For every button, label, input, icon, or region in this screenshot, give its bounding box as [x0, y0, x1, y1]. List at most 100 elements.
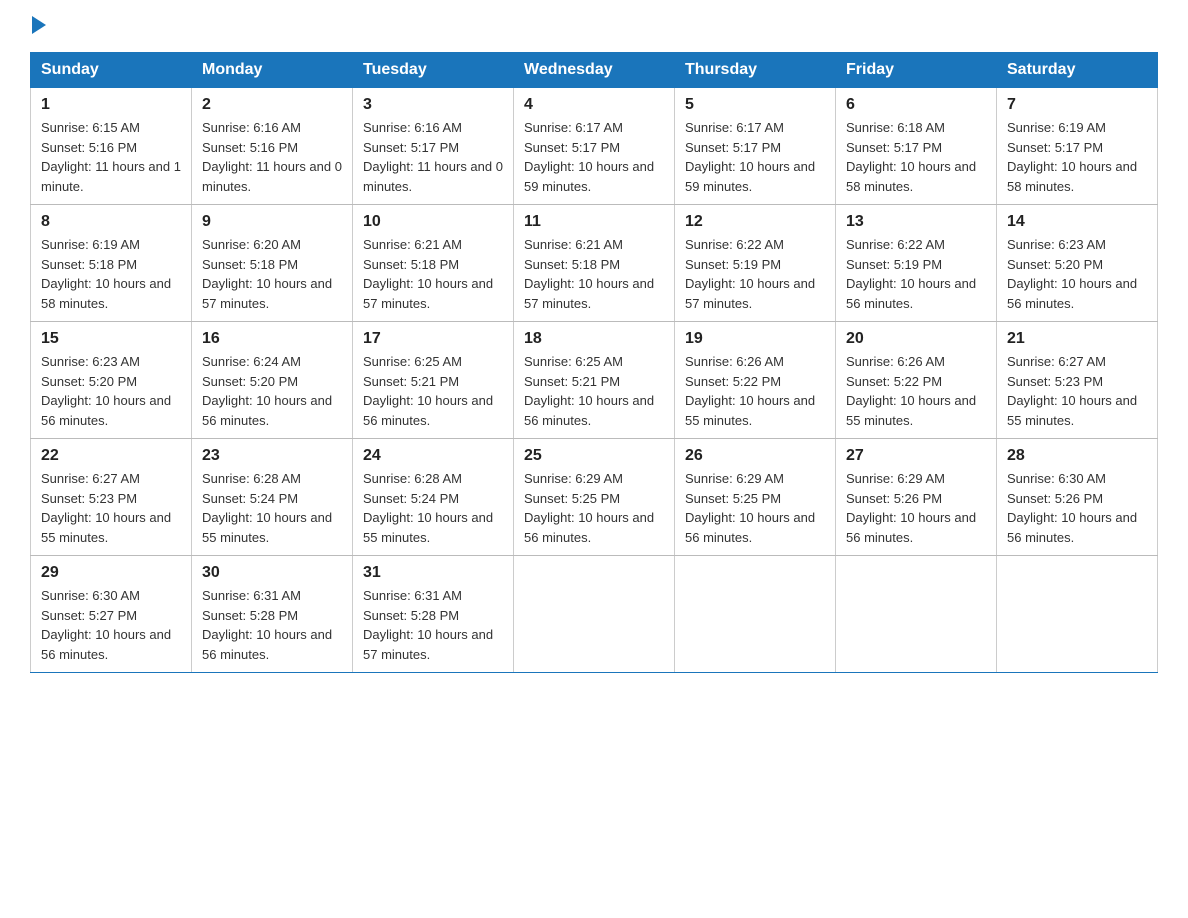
calendar-cell: 14 Sunrise: 6:23 AMSunset: 5:20 PMDaylig…	[997, 205, 1158, 322]
day-number: 3	[363, 96, 503, 114]
day-number: 16	[202, 330, 342, 348]
weekday-header-row: SundayMondayTuesdayWednesdayThursdayFrid…	[31, 53, 1158, 88]
calendar-cell	[836, 556, 997, 673]
day-number: 7	[1007, 96, 1147, 114]
calendar-cell: 24 Sunrise: 6:28 AMSunset: 5:24 PMDaylig…	[353, 439, 514, 556]
weekday-header-tuesday: Tuesday	[353, 53, 514, 88]
calendar-cell: 28 Sunrise: 6:30 AMSunset: 5:26 PMDaylig…	[997, 439, 1158, 556]
day-info: Sunrise: 6:30 AMSunset: 5:27 PMDaylight:…	[41, 588, 171, 662]
calendar-cell: 29 Sunrise: 6:30 AMSunset: 5:27 PMDaylig…	[31, 556, 192, 673]
calendar-cell: 17 Sunrise: 6:25 AMSunset: 5:21 PMDaylig…	[353, 322, 514, 439]
day-info: Sunrise: 6:19 AMSunset: 5:17 PMDaylight:…	[1007, 120, 1137, 194]
calendar-cell: 16 Sunrise: 6:24 AMSunset: 5:20 PMDaylig…	[192, 322, 353, 439]
calendar-cell: 11 Sunrise: 6:21 AMSunset: 5:18 PMDaylig…	[514, 205, 675, 322]
calendar-cell: 13 Sunrise: 6:22 AMSunset: 5:19 PMDaylig…	[836, 205, 997, 322]
day-info: Sunrise: 6:16 AMSunset: 5:17 PMDaylight:…	[363, 120, 503, 194]
weekday-header-monday: Monday	[192, 53, 353, 88]
calendar-cell: 21 Sunrise: 6:27 AMSunset: 5:23 PMDaylig…	[997, 322, 1158, 439]
calendar-cell: 8 Sunrise: 6:19 AMSunset: 5:18 PMDayligh…	[31, 205, 192, 322]
day-info: Sunrise: 6:25 AMSunset: 5:21 PMDaylight:…	[524, 354, 654, 428]
day-info: Sunrise: 6:27 AMSunset: 5:23 PMDaylight:…	[1007, 354, 1137, 428]
day-info: Sunrise: 6:29 AMSunset: 5:25 PMDaylight:…	[524, 471, 654, 545]
logo-triangle-icon	[32, 16, 46, 34]
day-info: Sunrise: 6:30 AMSunset: 5:26 PMDaylight:…	[1007, 471, 1137, 545]
calendar-cell: 27 Sunrise: 6:29 AMSunset: 5:26 PMDaylig…	[836, 439, 997, 556]
day-info: Sunrise: 6:28 AMSunset: 5:24 PMDaylight:…	[363, 471, 493, 545]
day-number: 6	[846, 96, 986, 114]
day-info: Sunrise: 6:28 AMSunset: 5:24 PMDaylight:…	[202, 471, 332, 545]
day-number: 13	[846, 213, 986, 231]
weekday-header-wednesday: Wednesday	[514, 53, 675, 88]
calendar-cell: 12 Sunrise: 6:22 AMSunset: 5:19 PMDaylig…	[675, 205, 836, 322]
day-info: Sunrise: 6:23 AMSunset: 5:20 PMDaylight:…	[1007, 237, 1137, 311]
calendar-cell: 20 Sunrise: 6:26 AMSunset: 5:22 PMDaylig…	[836, 322, 997, 439]
day-info: Sunrise: 6:26 AMSunset: 5:22 PMDaylight:…	[846, 354, 976, 428]
weekday-header-sunday: Sunday	[31, 53, 192, 88]
day-info: Sunrise: 6:24 AMSunset: 5:20 PMDaylight:…	[202, 354, 332, 428]
calendar-cell: 3 Sunrise: 6:16 AMSunset: 5:17 PMDayligh…	[353, 88, 514, 205]
calendar-cell	[997, 556, 1158, 673]
calendar-cell: 15 Sunrise: 6:23 AMSunset: 5:20 PMDaylig…	[31, 322, 192, 439]
day-number: 18	[524, 330, 664, 348]
day-number: 12	[685, 213, 825, 231]
day-number: 5	[685, 96, 825, 114]
calendar-cell: 1 Sunrise: 6:15 AMSunset: 5:16 PMDayligh…	[31, 88, 192, 205]
calendar-cell: 2 Sunrise: 6:16 AMSunset: 5:16 PMDayligh…	[192, 88, 353, 205]
day-number: 22	[41, 447, 181, 465]
calendar-cell: 23 Sunrise: 6:28 AMSunset: 5:24 PMDaylig…	[192, 439, 353, 556]
calendar-cell: 25 Sunrise: 6:29 AMSunset: 5:25 PMDaylig…	[514, 439, 675, 556]
calendar-cell: 10 Sunrise: 6:21 AMSunset: 5:18 PMDaylig…	[353, 205, 514, 322]
day-number: 21	[1007, 330, 1147, 348]
calendar-cell: 31 Sunrise: 6:31 AMSunset: 5:28 PMDaylig…	[353, 556, 514, 673]
header	[30, 20, 1158, 36]
day-info: Sunrise: 6:29 AMSunset: 5:25 PMDaylight:…	[685, 471, 815, 545]
day-info: Sunrise: 6:22 AMSunset: 5:19 PMDaylight:…	[846, 237, 976, 311]
day-number: 15	[41, 330, 181, 348]
calendar-week-row: 15 Sunrise: 6:23 AMSunset: 5:20 PMDaylig…	[31, 322, 1158, 439]
day-number: 9	[202, 213, 342, 231]
calendar-cell: 26 Sunrise: 6:29 AMSunset: 5:25 PMDaylig…	[675, 439, 836, 556]
calendar-cell: 5 Sunrise: 6:17 AMSunset: 5:17 PMDayligh…	[675, 88, 836, 205]
day-number: 11	[524, 213, 664, 231]
weekday-header-thursday: Thursday	[675, 53, 836, 88]
day-info: Sunrise: 6:27 AMSunset: 5:23 PMDaylight:…	[41, 471, 171, 545]
day-info: Sunrise: 6:17 AMSunset: 5:17 PMDaylight:…	[685, 120, 815, 194]
day-info: Sunrise: 6:18 AMSunset: 5:17 PMDaylight:…	[846, 120, 976, 194]
day-number: 30	[202, 564, 342, 582]
logo-blue-part	[30, 20, 46, 34]
calendar-cell: 4 Sunrise: 6:17 AMSunset: 5:17 PMDayligh…	[514, 88, 675, 205]
day-number: 27	[846, 447, 986, 465]
calendar-week-row: 22 Sunrise: 6:27 AMSunset: 5:23 PMDaylig…	[31, 439, 1158, 556]
day-info: Sunrise: 6:31 AMSunset: 5:28 PMDaylight:…	[363, 588, 493, 662]
day-info: Sunrise: 6:23 AMSunset: 5:20 PMDaylight:…	[41, 354, 171, 428]
day-info: Sunrise: 6:17 AMSunset: 5:17 PMDaylight:…	[524, 120, 654, 194]
calendar-cell	[675, 556, 836, 673]
calendar-cell: 22 Sunrise: 6:27 AMSunset: 5:23 PMDaylig…	[31, 439, 192, 556]
day-number: 10	[363, 213, 503, 231]
calendar-cell: 19 Sunrise: 6:26 AMSunset: 5:22 PMDaylig…	[675, 322, 836, 439]
calendar-cell: 6 Sunrise: 6:18 AMSunset: 5:17 PMDayligh…	[836, 88, 997, 205]
day-number: 23	[202, 447, 342, 465]
day-number: 19	[685, 330, 825, 348]
weekday-header-friday: Friday	[836, 53, 997, 88]
calendar-cell: 30 Sunrise: 6:31 AMSunset: 5:28 PMDaylig…	[192, 556, 353, 673]
day-number: 2	[202, 96, 342, 114]
day-info: Sunrise: 6:22 AMSunset: 5:19 PMDaylight:…	[685, 237, 815, 311]
day-info: Sunrise: 6:16 AMSunset: 5:16 PMDaylight:…	[202, 120, 342, 194]
day-number: 31	[363, 564, 503, 582]
calendar-table: SundayMondayTuesdayWednesdayThursdayFrid…	[30, 52, 1158, 673]
day-info: Sunrise: 6:19 AMSunset: 5:18 PMDaylight:…	[41, 237, 171, 311]
calendar-cell	[514, 556, 675, 673]
day-number: 25	[524, 447, 664, 465]
day-number: 1	[41, 96, 181, 114]
logo	[30, 20, 46, 36]
calendar-week-row: 29 Sunrise: 6:30 AMSunset: 5:27 PMDaylig…	[31, 556, 1158, 673]
day-info: Sunrise: 6:25 AMSunset: 5:21 PMDaylight:…	[363, 354, 493, 428]
day-info: Sunrise: 6:15 AMSunset: 5:16 PMDaylight:…	[41, 120, 181, 194]
calendar-week-row: 1 Sunrise: 6:15 AMSunset: 5:16 PMDayligh…	[31, 88, 1158, 205]
day-info: Sunrise: 6:29 AMSunset: 5:26 PMDaylight:…	[846, 471, 976, 545]
day-info: Sunrise: 6:21 AMSunset: 5:18 PMDaylight:…	[524, 237, 654, 311]
weekday-header-saturday: Saturday	[997, 53, 1158, 88]
day-info: Sunrise: 6:21 AMSunset: 5:18 PMDaylight:…	[363, 237, 493, 311]
day-number: 14	[1007, 213, 1147, 231]
